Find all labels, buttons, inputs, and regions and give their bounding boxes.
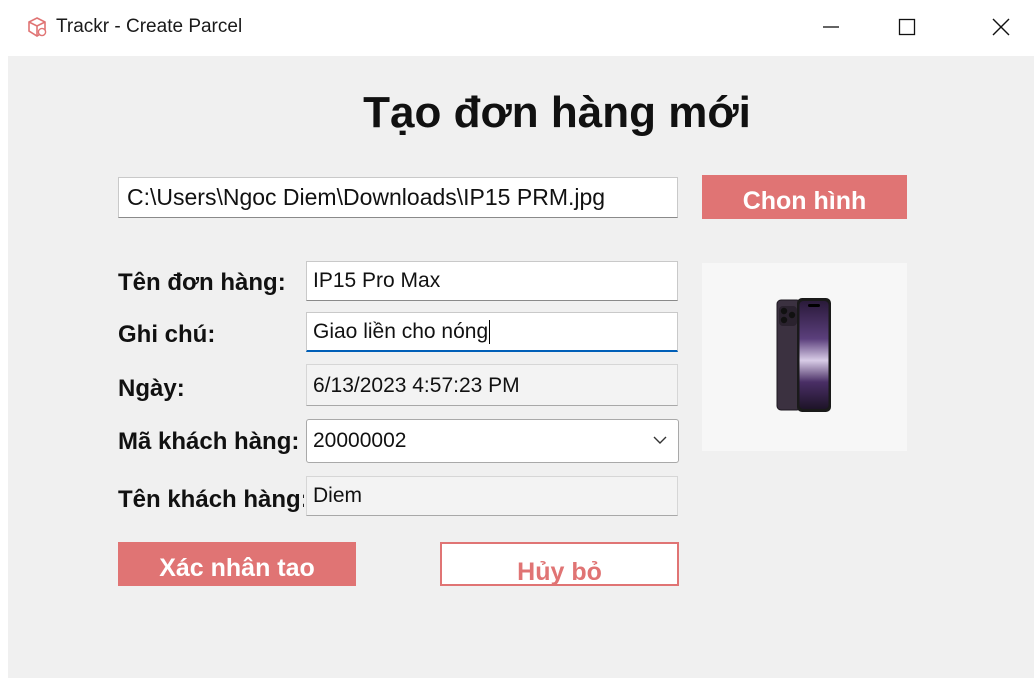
note-value: Giao liền cho nóng (313, 320, 489, 343)
customer-id-dropdown[interactable]: 20000002 (306, 419, 679, 463)
note-label: Ghi chú: (118, 321, 216, 348)
close-icon (992, 18, 1010, 36)
date-field: 6/13/2023 4:57:23 PM (306, 364, 678, 406)
maximize-icon (898, 18, 916, 36)
customer-name-label: Tên khách hàng: (118, 486, 304, 513)
page-title: Tạo đơn hàng mới (363, 88, 751, 137)
customer-id-value: 20000002 (313, 429, 407, 452)
image-preview (702, 263, 907, 451)
order-name-label: Tên đơn hàng: (118, 269, 286, 296)
customer-name-field: Diem (306, 476, 678, 516)
title-bar: Trackr - Create Parcel (0, 0, 1034, 56)
text-caret (489, 320, 491, 345)
order-name-field[interactable]: IP15 Pro Max (306, 261, 678, 301)
cancel-button[interactable]: Hủy bỏ (440, 542, 679, 586)
chevron-down-icon (653, 436, 667, 444)
customer-id-label: Mã khách hàng: (118, 428, 300, 455)
minimize-icon (823, 26, 839, 28)
parcel-box-icon (28, 17, 47, 37)
confirm-create-button[interactable]: Xác nhân tao (118, 542, 356, 586)
image-path-field[interactable]: C:\Users\Ngoc Diem\Downloads\IP15 PRM.jp… (118, 177, 678, 218)
choose-image-button[interactable]: Chon hình (702, 175, 907, 219)
iphone-pro-max-image (776, 298, 831, 412)
date-label: Ngày: (118, 375, 185, 402)
note-field[interactable]: Giao liền cho nóng (306, 312, 678, 352)
window-title: Trackr - Create Parcel (56, 16, 243, 37)
maximize-button[interactable] (884, 8, 930, 46)
minimize-button[interactable] (808, 8, 854, 46)
close-button[interactable] (978, 8, 1024, 46)
